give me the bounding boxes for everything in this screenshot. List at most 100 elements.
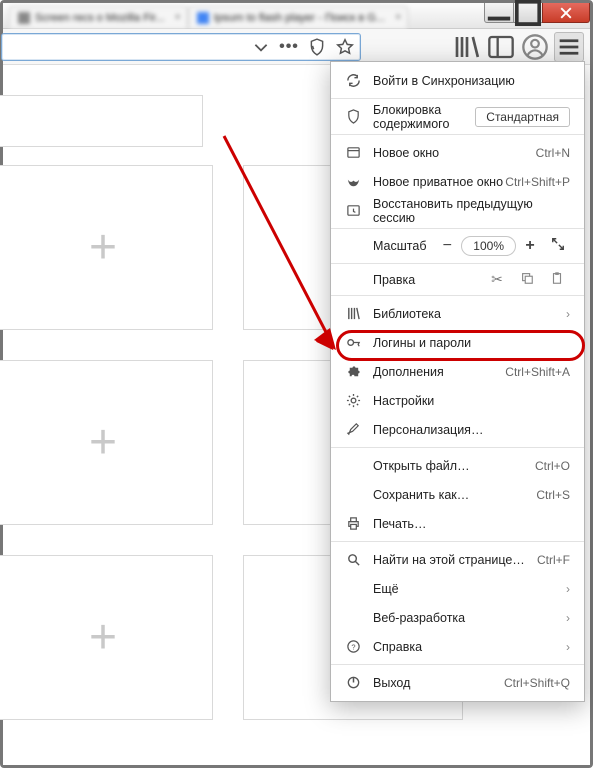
menu-print[interactable]: Печать… — [331, 509, 584, 538]
paste-button[interactable] — [542, 271, 572, 288]
plus-icon: + — [89, 415, 117, 470]
menu-label: Ещё — [373, 582, 566, 596]
maximize-button[interactable] — [513, 3, 543, 23]
menu-separator — [331, 541, 584, 542]
close-tab-icon[interactable]: × — [175, 12, 181, 23]
power-icon — [343, 675, 363, 690]
menu-edit-row: Правка ✂ — [331, 267, 584, 292]
menu-settings[interactable]: Настройки — [331, 386, 584, 415]
library-icon — [343, 306, 363, 321]
help-icon: ? — [343, 639, 363, 654]
zoom-in-button[interactable]: + — [516, 237, 544, 255]
menu-label: Настройки — [373, 394, 570, 408]
chevron-down-icon[interactable] — [252, 38, 270, 56]
toolbar-right-icons — [452, 32, 584, 62]
window-controls — [485, 3, 590, 28]
zoom-percent[interactable]: 100% — [461, 236, 516, 256]
menu-label: Новое приватное окно — [373, 175, 505, 189]
menu-label: Справка — [373, 640, 566, 654]
menu-label: Печать… — [373, 517, 570, 531]
sidebar-icon[interactable] — [486, 32, 516, 62]
chevron-right-icon: › — [566, 640, 570, 654]
restore-icon — [343, 203, 363, 218]
app-menu-panel: Войти в Синхронизацию Блокировка содержи… — [330, 61, 585, 702]
svg-text:?: ? — [351, 642, 355, 651]
zoom-out-button[interactable]: − — [433, 237, 461, 255]
menu-label: Новое окно — [373, 146, 536, 160]
shortcut: Ctrl+Shift+Q — [504, 676, 570, 690]
tab-strip: Screen recs o Mozilla Fir... × Ipsum to … — [3, 3, 485, 28]
cut-button[interactable]: ✂ — [482, 271, 512, 288]
menu-separator — [331, 664, 584, 665]
browser-tab[interactable]: Screen recs o Mozilla Fir... × — [9, 6, 188, 28]
menu-label: Выход — [373, 676, 504, 690]
chevron-right-icon: › — [566, 307, 570, 321]
menu-exit[interactable]: Выход Ctrl+Shift+Q — [331, 668, 584, 697]
menu-open-file[interactable]: Открыть файл… Ctrl+O — [331, 451, 584, 480]
menu-addons[interactable]: Дополнения Ctrl+Shift+A — [331, 357, 584, 386]
bookmark-star-icon[interactable] — [336, 38, 354, 56]
gear-icon — [343, 393, 363, 408]
account-icon[interactable] — [520, 32, 550, 62]
chevron-right-icon: › — [566, 611, 570, 625]
content-blocking-mode[interactable]: Стандартная — [475, 107, 570, 127]
browser-tab[interactable]: Ipsum to flash player - Поиск в G... × — [188, 6, 408, 28]
shortcut: Ctrl+Shift+A — [505, 365, 570, 379]
menu-label: Логины и пароли — [373, 336, 570, 350]
url-bar[interactable]: ••• — [1, 33, 361, 61]
shortcut: Ctrl+F — [537, 553, 570, 567]
mask-icon — [343, 174, 363, 189]
menu-customize[interactable]: Персонализация… — [331, 415, 584, 444]
sync-icon — [343, 73, 363, 88]
menu-webdev[interactable]: Веб-разработка › — [331, 603, 584, 632]
topsite-tile[interactable]: + — [0, 555, 213, 720]
menu-content-blocking[interactable]: Блокировка содержимого Стандартная — [331, 102, 584, 131]
menu-new-window[interactable]: Новое окно Ctrl+N — [331, 138, 584, 167]
topsite-tile[interactable]: + — [0, 165, 213, 330]
menu-sync[interactable]: Войти в Синхронизацию — [331, 66, 584, 95]
topsite-tile[interactable]: + — [0, 360, 213, 525]
menu-label: Дополнения — [373, 365, 505, 379]
print-icon — [343, 516, 363, 531]
menu-separator — [331, 447, 584, 448]
tab-favicon — [18, 12, 30, 24]
library-icon[interactable] — [452, 32, 482, 62]
menu-separator — [331, 228, 584, 229]
menu-label: Блокировка содержимого — [373, 103, 475, 131]
menu-label: Найти на этой странице… — [373, 553, 537, 567]
menu-label: Сохранить как… — [373, 488, 536, 502]
close-tab-icon[interactable]: × — [395, 12, 401, 23]
menu-save-as[interactable]: Сохранить как… Ctrl+S — [331, 480, 584, 509]
window-icon — [343, 145, 363, 160]
tab-favicon — [197, 12, 209, 24]
menu-label: Персонализация… — [373, 423, 570, 437]
puzzle-icon — [343, 364, 363, 379]
shortcut: Ctrl+S — [536, 488, 570, 502]
topsite-small[interactable] — [0, 95, 203, 147]
menu-more[interactable]: Ещё › — [331, 574, 584, 603]
menu-label: Открыть файл… — [373, 459, 535, 473]
menu-separator — [331, 134, 584, 135]
menu-label: Веб-разработка — [373, 611, 566, 625]
menu-new-private-window[interactable]: Новое приватное окно Ctrl+Shift+P — [331, 167, 584, 196]
menu-library[interactable]: Библиотека › — [331, 299, 584, 328]
shield-icon — [343, 109, 363, 124]
reader-shield-icon[interactable] — [308, 38, 326, 56]
browser-toolbar: ••• — [3, 29, 590, 65]
search-icon — [343, 552, 363, 567]
menu-help[interactable]: ? Справка › — [331, 632, 584, 661]
menu-logins[interactable]: Логины и пароли — [331, 328, 584, 357]
menu-label: Восстановить предыдущую сессию — [373, 197, 570, 225]
page-actions-icon[interactable]: ••• — [280, 38, 298, 56]
window-titlebar: Screen recs o Mozilla Fir... × Ipsum to … — [3, 3, 590, 29]
menu-restore-session[interactable]: Восстановить предыдущую сессию — [331, 196, 584, 225]
chevron-right-icon: › — [566, 582, 570, 596]
menu-separator — [331, 263, 584, 264]
fullscreen-button[interactable] — [544, 237, 572, 256]
close-window-button[interactable] — [542, 3, 590, 23]
hamburger-menu-button[interactable] — [554, 32, 584, 62]
shortcut: Ctrl+Shift+P — [505, 175, 570, 189]
menu-find[interactable]: Найти на этой странице… Ctrl+F — [331, 545, 584, 574]
copy-button[interactable] — [512, 271, 542, 288]
minimize-button[interactable] — [484, 3, 514, 23]
